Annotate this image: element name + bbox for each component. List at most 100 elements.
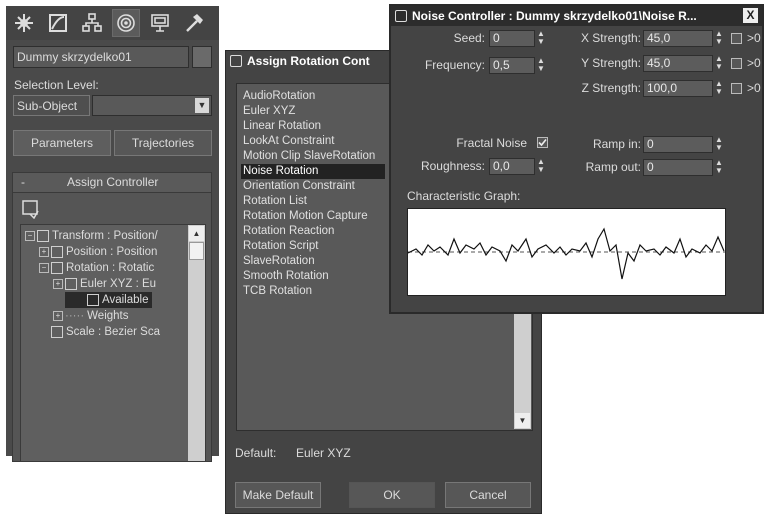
y-strength-field[interactable]: 45,0	[643, 55, 713, 72]
tree-label: Euler XYZ : Eu	[80, 278, 157, 290]
list-item[interactable]: AudioRotation	[243, 89, 315, 104]
tree-item-euler[interactable]: + Euler XYZ : Eu	[53, 276, 156, 292]
command-panel-tabs	[6, 6, 219, 40]
create-tab-icon[interactable]	[10, 9, 38, 37]
utilities-tab-icon[interactable]	[180, 9, 208, 37]
noise-curve	[407, 227, 725, 280]
default-value: Euler XYZ	[296, 446, 351, 460]
tree-item-rotation[interactable]: − Rotation : Rotatic	[39, 260, 154, 276]
spinner-arrows-icon[interactable]: ▲ ▼	[535, 158, 547, 175]
z-positive-checkbox[interactable]	[731, 83, 742, 94]
spinner-arrows-icon[interactable]: ▲ ▼	[535, 30, 547, 47]
frequency-field[interactable]: 0,5	[489, 57, 535, 74]
collapse-icon[interactable]: −	[25, 231, 35, 241]
spinner-arrows-icon[interactable]: ▲ ▼	[713, 159, 725, 176]
list-item[interactable]: TCB Rotation	[243, 284, 312, 299]
sub-object-dropdown[interactable]: ▼	[92, 95, 212, 116]
expand-icon[interactable]: +	[53, 311, 63, 321]
display-tab-icon[interactable]	[146, 9, 174, 37]
command-panel: Dummy skrzydelko01 Selection Level: Sub-…	[6, 6, 219, 462]
z-positive-label: >0	[747, 81, 761, 95]
scroll-down-icon[interactable]: ▼	[515, 413, 530, 428]
list-item[interactable]: Rotation Reaction	[243, 224, 334, 239]
ramp-out-field[interactable]: 0	[643, 159, 713, 176]
list-item[interactable]: Euler XYZ	[243, 104, 295, 119]
tree-item-available[interactable]: Available	[65, 292, 153, 308]
spinner-arrows-icon[interactable]: ▲ ▼	[713, 30, 725, 47]
tree-item-transform[interactable]: − Transform : Position/	[25, 228, 158, 244]
list-item[interactable]: SlaveRotation	[243, 254, 315, 269]
tree-dots: ·····	[65, 310, 85, 322]
sub-object-button[interactable]: Sub-Object	[13, 95, 90, 116]
roughness-field[interactable]: 0,0	[489, 158, 535, 175]
z-strength-spinner[interactable]: 100,0 ▲ ▼	[643, 80, 725, 97]
frequency-spinner[interactable]: 0,5 ▲ ▼	[489, 57, 547, 74]
list-item[interactable]: Smooth Rotation	[243, 269, 329, 284]
rollout-header[interactable]: - Assign Controller	[13, 173, 211, 193]
rotation-list-icon	[51, 262, 63, 274]
chevron-down-icon[interactable]: ▼	[195, 98, 209, 113]
motion-tab-icon[interactable]	[112, 9, 140, 37]
close-icon[interactable]: X	[743, 8, 758, 23]
list-item-selected[interactable]: Noise Rotation	[241, 164, 385, 179]
z-strength-field[interactable]: 100,0	[643, 80, 713, 97]
list-item[interactable]: Rotation Script	[243, 239, 318, 254]
x-positive-checkbox[interactable]	[731, 33, 742, 44]
expand-icon[interactable]: +	[39, 247, 49, 257]
ramp-in-field[interactable]: 0	[643, 136, 713, 153]
default-label: Default:	[235, 446, 277, 460]
ok-button[interactable]: OK	[349, 482, 435, 508]
x-strength-spinner[interactable]: 45,0 ▲ ▼	[643, 30, 725, 47]
spinner-arrows-icon[interactable]: ▲ ▼	[713, 80, 725, 97]
make-default-button[interactable]: Make Default	[235, 482, 321, 508]
tree-item-position[interactable]: + Position : Position	[39, 244, 157, 260]
scale-controller-icon	[51, 326, 63, 338]
list-item[interactable]: Orientation Constraint	[243, 179, 355, 194]
list-item[interactable]: Linear Rotation	[243, 119, 321, 134]
x-strength-field[interactable]: 45,0	[643, 30, 713, 47]
tree-scrollbar[interactable]: ▲	[188, 225, 205, 461]
trajectories-button[interactable]: Trajectories	[114, 130, 212, 156]
y-strength-spinner[interactable]: 45,0 ▲ ▼	[643, 55, 725, 72]
x-strength-label: X Strength:	[580, 31, 641, 45]
tree-label: Weights	[87, 310, 129, 322]
parameters-button[interactable]: Parameters	[13, 130, 111, 156]
euler-controller-icon	[65, 278, 77, 290]
list-item[interactable]: LookAt Constraint	[243, 134, 334, 149]
fractal-noise-checkbox[interactable]	[537, 137, 548, 148]
list-item[interactable]: Rotation Motion Capture	[243, 209, 368, 224]
collapse-icon[interactable]: −	[39, 263, 49, 273]
seed-spinner[interactable]: 0 ▲ ▼	[489, 30, 547, 47]
expand-icon[interactable]: +	[53, 279, 63, 289]
seed-field[interactable]: 0	[489, 30, 535, 47]
controller-tree[interactable]: − Transform : Position/ + Position : Pos…	[20, 224, 206, 462]
list-item[interactable]: Rotation List	[243, 194, 307, 209]
spinner-arrows-icon[interactable]: ▲ ▼	[713, 136, 725, 153]
tree-item-weights[interactable]: + ····· Weights	[53, 308, 129, 324]
scrollbar-thumb[interactable]	[189, 242, 204, 260]
noise-controller-dialog: Noise Controller : Dummy skrzydelko01\No…	[389, 4, 764, 314]
y-positive-checkbox[interactable]	[731, 58, 742, 69]
rollout-title: Assign Controller	[67, 175, 159, 189]
modify-tab-icon[interactable]	[44, 9, 72, 37]
roughness-spinner[interactable]: 0,0 ▲ ▼	[489, 158, 547, 175]
scroll-up-icon[interactable]: ▲	[189, 226, 204, 241]
assign-controller-icon[interactable]	[21, 199, 41, 220]
object-color-swatch[interactable]	[192, 46, 212, 68]
frequency-label: Frequency:	[424, 58, 485, 72]
spinner-arrows-icon[interactable]: ▲ ▼	[535, 57, 547, 74]
object-name-field[interactable]: Dummy skrzydelko01	[13, 46, 189, 68]
seed-label: Seed:	[453, 31, 485, 45]
list-item[interactable]: Motion Clip SlaveRotation	[243, 149, 375, 164]
rollout-collapse-icon[interactable]: -	[21, 175, 25, 189]
fractal-noise-label: Fractal Noise	[456, 136, 527, 150]
cancel-button[interactable]: Cancel	[445, 482, 531, 508]
noise-titlebar[interactable]: Noise Controller : Dummy skrzydelko01\No…	[391, 6, 762, 26]
hierarchy-tab-icon[interactable]	[78, 9, 106, 37]
noise-title: Noise Controller : Dummy skrzydelko01\No…	[412, 9, 697, 23]
ramp-in-label: Ramp in:	[592, 137, 641, 151]
ramp-out-spinner[interactable]: 0 ▲ ▼	[643, 159, 725, 176]
tree-item-scale[interactable]: Scale : Bezier Sca	[51, 324, 160, 340]
spinner-arrows-icon[interactable]: ▲ ▼	[713, 55, 725, 72]
ramp-in-spinner[interactable]: 0 ▲ ▼	[643, 136, 725, 153]
